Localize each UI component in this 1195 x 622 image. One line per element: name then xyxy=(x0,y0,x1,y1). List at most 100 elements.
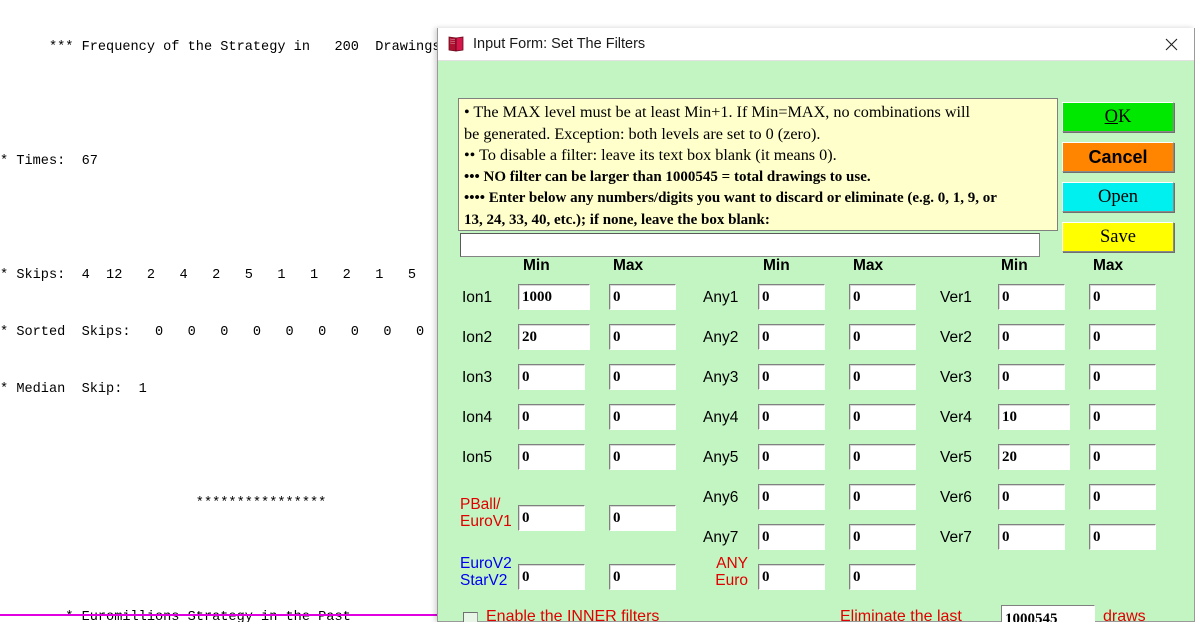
input-ver2-min[interactable] xyxy=(998,324,1065,350)
instruction-line: •••• Enter below any numbers/digits you … xyxy=(464,190,997,206)
save-button[interactable]: Save xyxy=(1062,222,1174,252)
input-ver5-min[interactable] xyxy=(998,444,1070,470)
screen: *** Frequency of the Strategy in 200 Dra… xyxy=(0,0,1195,622)
eliminate-last-input[interactable] xyxy=(1001,605,1095,622)
label-any6: Any6 xyxy=(703,489,739,506)
eliminate-last-label: Eliminate the last xyxy=(840,608,962,622)
cancel-button[interactable]: Cancel xyxy=(1062,142,1174,172)
label-ion2: Ion2 xyxy=(462,329,493,346)
report-line: *** Frequency of the Strategy in 200 Dra… xyxy=(0,40,470,55)
label-pball-eurov1: PBall/ EuroV1 xyxy=(460,496,512,530)
label-any3: Any3 xyxy=(703,369,739,386)
input-ver3-max[interactable] xyxy=(1089,364,1156,390)
input-eurov2-starv2-min[interactable] xyxy=(518,564,585,590)
input-ver5-max[interactable] xyxy=(1089,444,1156,470)
input-any4-min[interactable] xyxy=(758,404,825,430)
label-any2: Any2 xyxy=(703,329,739,346)
label-pball-eurov1-line2: EuroV1 xyxy=(460,513,512,530)
input-ion3-max[interactable] xyxy=(609,364,676,390)
instruction-line: • The MAX level must be at least Min+1. … xyxy=(464,103,971,121)
input-ver1-min[interactable] xyxy=(998,284,1065,310)
input-ion4-min[interactable] xyxy=(518,404,585,430)
input-any1-max[interactable] xyxy=(849,284,916,310)
input-ion3-min[interactable] xyxy=(518,364,585,390)
report-text-background: *** Frequency of the Strategy in 200 Dra… xyxy=(0,0,470,622)
input-ver1-max[interactable] xyxy=(1089,284,1156,310)
input-ver4-max[interactable] xyxy=(1089,404,1156,430)
dialog-body: • The MAX level must be at least Min+1. … xyxy=(438,61,1194,622)
input-any5-min[interactable] xyxy=(758,444,825,470)
label-ver5: Ver5 xyxy=(940,449,972,466)
input-any6-max[interactable] xyxy=(849,484,916,510)
report-line xyxy=(0,551,470,570)
input-ver3-min[interactable] xyxy=(998,364,1065,390)
report-line: * Sorted Skips: 0 0 0 0 0 0 0 0 0 0 0 xyxy=(0,325,470,340)
dialog-footer: Enable the INNER filters Eliminate the l… xyxy=(438,605,1194,622)
input-any5-max[interactable] xyxy=(849,444,916,470)
input-any6-min[interactable] xyxy=(758,484,825,510)
draws-label: draws xyxy=(1103,608,1146,622)
label-any1: Any1 xyxy=(703,289,739,306)
label-ion3: Ion3 xyxy=(462,369,493,386)
report-line: * Median Skip: 1 xyxy=(0,382,147,397)
label-ver7: Ver7 xyxy=(940,529,972,546)
input-any3-max[interactable] xyxy=(849,364,916,390)
input-any-euro-max[interactable] xyxy=(849,564,916,590)
input-ver7-max[interactable] xyxy=(1089,524,1156,550)
col-header-max-ver: Max xyxy=(1093,257,1124,274)
instructions-panel: • The MAX level must be at least Min+1. … xyxy=(458,98,1058,231)
input-any3-min[interactable] xyxy=(758,364,825,390)
close-icon[interactable] xyxy=(1148,28,1194,60)
inner-filters-checkbox[interactable] xyxy=(463,612,478,622)
filters-dialog: Input Form: Set The Filters • The MAX le… xyxy=(437,28,1195,622)
input-ver6-max[interactable] xyxy=(1089,484,1156,510)
label-ion1: Ion1 xyxy=(462,289,493,306)
label-eurov2-starv2-line1: EuroV2 xyxy=(460,555,512,572)
input-pball-eurov1-max[interactable] xyxy=(609,505,676,531)
save-button-label: Save xyxy=(1100,226,1136,247)
input-ver6-min[interactable] xyxy=(998,484,1065,510)
dialog-title: Input Form: Set The Filters xyxy=(473,36,646,52)
report-line xyxy=(0,209,470,228)
report-line xyxy=(0,95,470,114)
input-any2-max[interactable] xyxy=(849,324,916,350)
instruction-line: •• To disable a filter: leave its text b… xyxy=(464,146,837,164)
input-any1-min[interactable] xyxy=(758,284,825,310)
discard-numbers-input[interactable] xyxy=(460,233,1040,257)
input-any7-max[interactable] xyxy=(849,524,916,550)
label-any-euro: ANY Euro xyxy=(673,555,748,589)
book-icon xyxy=(447,35,465,53)
input-ver2-max[interactable] xyxy=(1089,324,1156,350)
dialog-titlebar[interactable]: Input Form: Set The Filters xyxy=(438,28,1194,61)
open-button-label: Open xyxy=(1097,186,1139,207)
input-ion1-min[interactable] xyxy=(518,284,590,310)
input-ion2-max[interactable] xyxy=(609,324,676,350)
label-ver6: Ver6 xyxy=(940,489,972,506)
input-any4-max[interactable] xyxy=(849,404,916,430)
input-any2-min[interactable] xyxy=(758,324,825,350)
input-any-euro-min[interactable] xyxy=(758,564,825,590)
col-header-min-ion: Min xyxy=(523,257,550,274)
ok-button[interactable]: OK xyxy=(1062,102,1174,132)
input-ver4-min[interactable] xyxy=(998,404,1070,430)
open-button[interactable]: Open xyxy=(1062,182,1174,212)
input-ion5-max[interactable] xyxy=(609,444,676,470)
label-ver2: Ver2 xyxy=(940,329,972,346)
label-any-euro-line1: ANY xyxy=(716,555,748,572)
input-eurov2-starv2-max[interactable] xyxy=(609,564,676,590)
label-pball-eurov1-line1: PBall/ xyxy=(460,496,501,513)
input-ver7-min[interactable] xyxy=(998,524,1065,550)
label-ion4: Ion4 xyxy=(462,409,493,426)
input-ion5-min[interactable] xyxy=(518,444,585,470)
input-pball-eurov1-min[interactable] xyxy=(518,505,585,531)
input-ion2-min[interactable] xyxy=(518,324,590,350)
input-ion4-max[interactable] xyxy=(609,404,676,430)
input-any7-min[interactable] xyxy=(758,524,825,550)
input-ion1-max[interactable] xyxy=(609,284,676,310)
instruction-line: ••• NO filter can be larger than 1000545… xyxy=(464,168,871,185)
label-any-euro-line2: Euro xyxy=(715,572,748,589)
report-line: * Skips: 4 12 2 4 2 5 1 1 2 1 5 2 2 xyxy=(0,268,470,283)
ok-button-label: K xyxy=(1118,106,1132,127)
col-header-max-ion: Max xyxy=(613,257,644,274)
inner-filters-label: Enable the INNER filters xyxy=(486,608,660,622)
